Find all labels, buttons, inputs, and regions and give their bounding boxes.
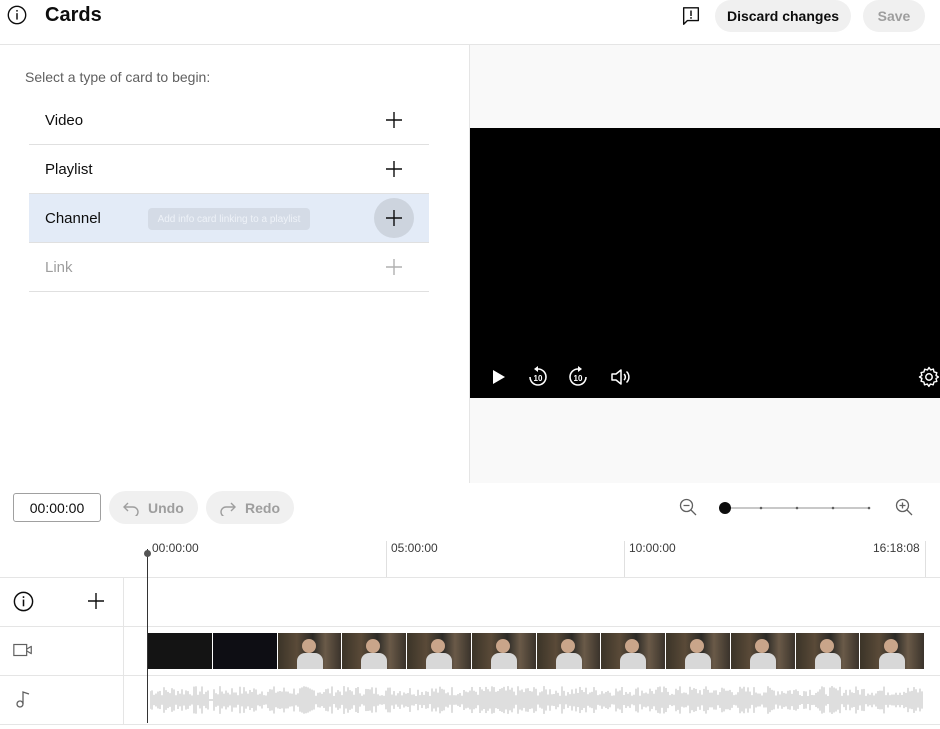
card-option-label: Channel [45,209,101,227]
undo-label: Undo [148,499,184,516]
tick-label: 16:18:08 [873,541,920,555]
card-option-playlist[interactable]: Playlist [29,145,429,194]
forward-10-icon[interactable]: 10 [566,365,590,389]
redo-button[interactable]: Redo [206,491,294,524]
cards-track-header [0,578,124,626]
zoom-slider[interactable] [718,498,874,518]
redo-icon [220,502,236,516]
film-frame [601,633,666,669]
preview-panel: 10 10 [470,45,940,483]
add-icon[interactable] [374,149,414,189]
tick-label: 10:00:00 [629,541,676,555]
redo-label: Redo [245,499,280,516]
playhead[interactable] [147,549,148,723]
tooltip: Add info card linking to a playlist [148,208,310,230]
page-title: Cards [45,4,102,26]
zoom-out-icon[interactable] [678,497,698,517]
discard-changes-button[interactable]: Discard changes [715,0,851,32]
tick-line [624,541,625,577]
tick-line [386,541,387,577]
volume-icon[interactable] [608,365,632,389]
film-frame [277,633,343,669]
card-option-label: Link [45,258,73,276]
undo-icon [123,502,139,516]
card-type-prompt: Select a type of card to begin: [25,69,211,85]
info-icon[interactable] [12,590,35,613]
film-frame [471,633,537,669]
cards-track[interactable] [0,578,940,627]
film-frame [666,633,731,669]
card-type-panel: Select a type of card to begin: Video Pl… [0,45,470,483]
video-player[interactable]: 10 10 [470,128,940,398]
tick-line [925,541,926,577]
film-frame [795,633,861,669]
film-frame [148,633,213,669]
film-frame [730,633,796,669]
add-icon[interactable] [374,100,414,140]
tick-label: 05:00:00 [391,541,438,555]
zoom-in-icon[interactable] [894,497,914,517]
music-note-icon [14,688,34,710]
card-option-channel[interactable]: Channel Add info card linking to a playl… [29,194,429,243]
video-camera-icon [12,640,34,660]
save-button[interactable]: Save [863,0,925,32]
info-icon[interactable] [6,4,28,26]
playhead-handle[interactable] [144,550,151,557]
card-option-label: Video [45,111,84,129]
card-option-label: Playlist [45,160,93,178]
feedback-icon[interactable] [680,5,702,27]
film-frame [212,633,278,669]
film-frame [536,633,602,669]
svg-text:10: 10 [534,374,543,383]
timecode-input[interactable]: 00:00:00 [13,493,101,522]
rewind-10-icon[interactable]: 10 [526,365,550,389]
film-frame [860,633,925,669]
audio-track-header [0,676,124,724]
add-icon[interactable] [374,198,414,238]
timeline-ruler[interactable]: 00:00:00 05:00:00 10:00:00 16:18:08 [0,535,940,578]
film-frame [342,633,407,669]
card-option-link: Link [29,243,429,292]
card-option-video[interactable]: Video [29,96,429,145]
audio-waveform [150,686,923,714]
svg-text:10: 10 [574,374,583,383]
settings-gear-icon[interactable] [917,365,940,389]
video-track-header [0,627,124,675]
play-icon[interactable] [486,365,510,389]
undo-button[interactable]: Undo [109,491,198,524]
film-frame [407,633,472,669]
tick-label: 00:00:00 [152,541,199,555]
add-icon [374,247,414,287]
video-filmstrip [148,633,925,669]
header: Cards Discard changes Save [0,0,940,45]
add-card-icon[interactable] [86,591,106,611]
